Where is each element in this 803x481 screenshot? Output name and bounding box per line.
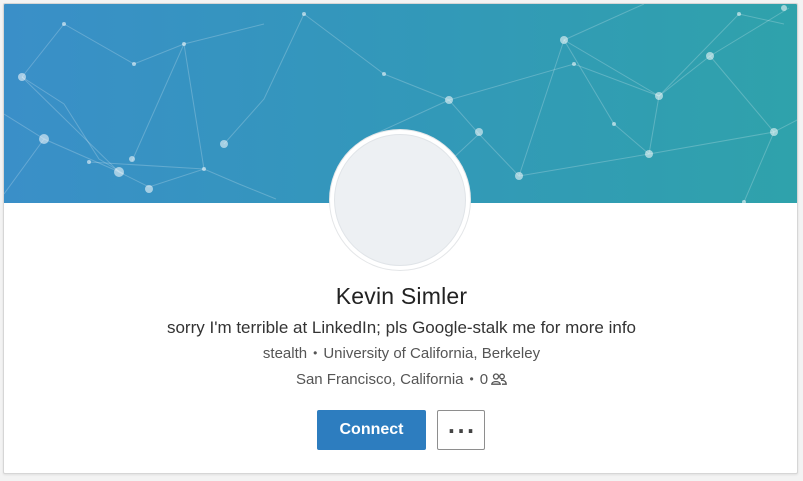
profile-headline: sorry I'm terrible at LinkedIn; pls Goog… <box>166 318 637 337</box>
connections-count[interactable]: 0 <box>480 371 488 388</box>
avatar-placeholder <box>334 134 466 266</box>
profile-company[interactable]: stealth <box>263 345 307 362</box>
profile-card: Kevin Simler sorry I'm terrible at Linke… <box>3 3 798 474</box>
profile-location: San Francisco, California <box>295 371 464 388</box>
profile-location-line: San Francisco, California • 0 <box>4 371 797 388</box>
profile-school[interactable]: University of California, Berkeley <box>323 345 540 362</box>
more-actions-button[interactable]: ... <box>437 410 485 450</box>
connect-button[interactable]: Connect <box>317 410 426 450</box>
profile-affiliations: stealth • University of California, Berkel… <box>4 345 797 362</box>
ellipsis-icon: ... <box>447 414 477 438</box>
people-icon <box>491 373 507 385</box>
separator-dot: • <box>469 372 474 386</box>
profile-name: Kevin Simler <box>335 283 468 309</box>
profile-avatar[interactable] <box>330 130 470 270</box>
separator-dot: • <box>313 346 318 360</box>
